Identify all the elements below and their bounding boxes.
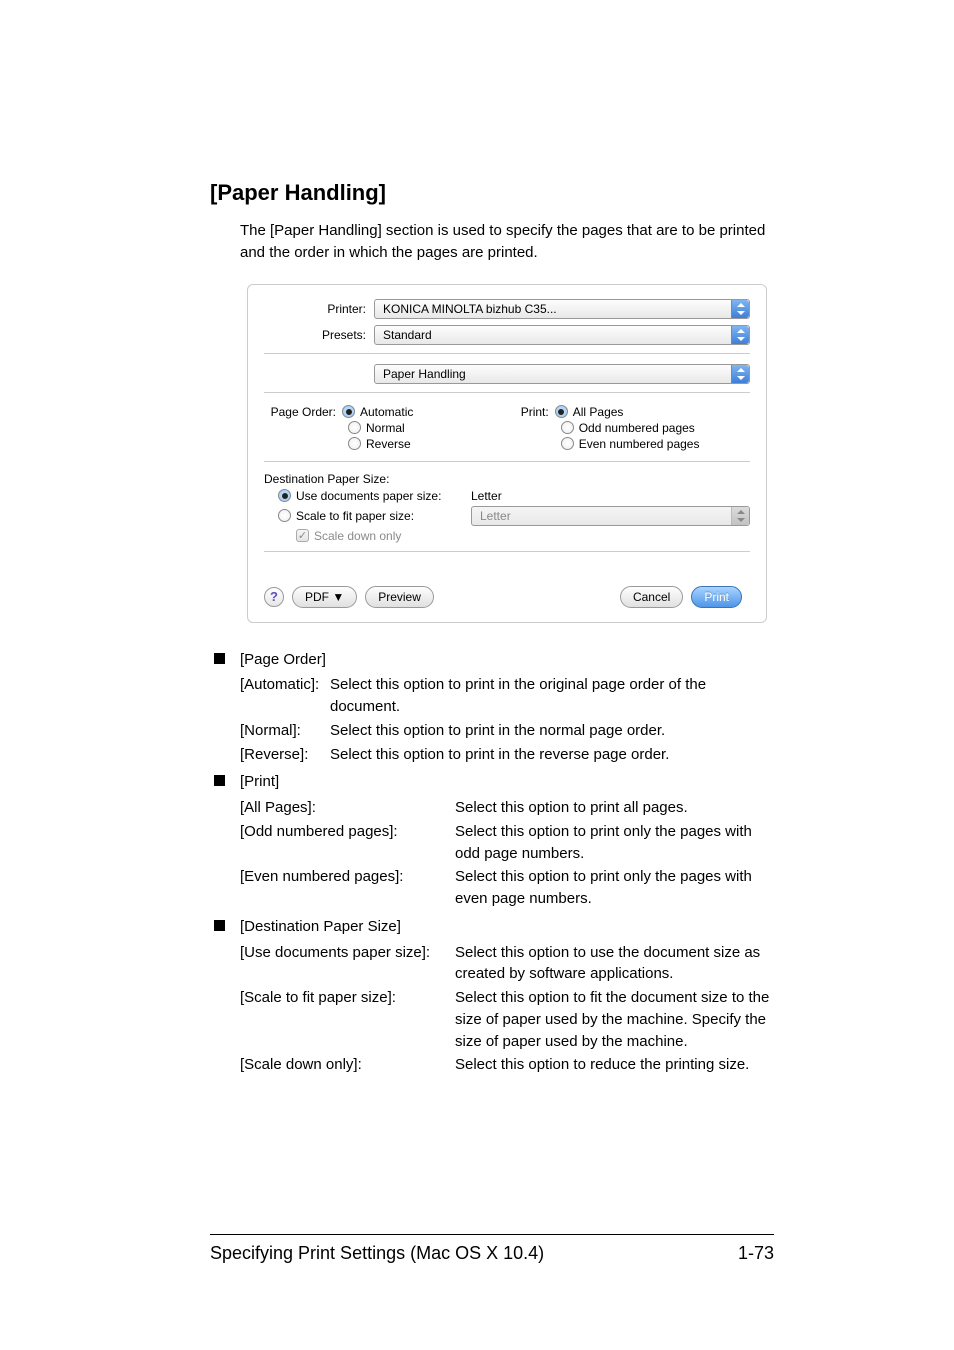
divider bbox=[264, 551, 750, 552]
radio-label-normal: Normal bbox=[366, 421, 405, 435]
group-title-dest: [Destination Paper Size] bbox=[240, 916, 401, 938]
print-dialog: Printer: KONICA MINOLTA bizhub C35... Pr… bbox=[247, 284, 767, 623]
chevron-updown-icon bbox=[731, 326, 749, 344]
printer-value: KONICA MINOLTA bizhub C35... bbox=[383, 302, 557, 316]
use-doc-paper-size-label: Use documents paper size: bbox=[296, 489, 471, 503]
pdf-menu-button[interactable]: PDF ▼ bbox=[292, 586, 357, 608]
radio-print-even[interactable] bbox=[561, 437, 574, 450]
term-normal: [Normal]: bbox=[240, 720, 330, 742]
bullet-icon bbox=[214, 653, 225, 664]
chevron-updown-icon bbox=[731, 365, 749, 383]
radio-page-order-normal[interactable] bbox=[348, 421, 361, 434]
desc-odd-pages: Select this option to print only the pag… bbox=[455, 821, 774, 865]
group-title-page-order: [Page Order] bbox=[240, 649, 326, 671]
radio-label-odd-pages: Odd numbered pages bbox=[579, 421, 695, 435]
footer-left: Specifying Print Settings (Mac OS X 10.4… bbox=[210, 1243, 544, 1264]
term-automatic: [Automatic]: bbox=[240, 674, 330, 718]
radio-page-order-automatic[interactable] bbox=[342, 405, 355, 418]
pane-combo[interactable]: Paper Handling bbox=[374, 364, 750, 384]
divider bbox=[264, 461, 750, 462]
radio-label-reverse: Reverse bbox=[366, 437, 411, 451]
bullet-icon bbox=[214, 775, 225, 786]
term-odd-pages: [Odd numbered pages]: bbox=[240, 821, 455, 865]
use-doc-paper-size-value: Letter bbox=[471, 489, 502, 503]
presets-combo[interactable]: Standard bbox=[374, 325, 750, 345]
term-scale-to-fit: [Scale to fit paper size]: bbox=[240, 987, 455, 1052]
divider bbox=[264, 353, 750, 354]
presets-label: Presets: bbox=[264, 328, 374, 342]
intro-paragraph: The [Paper Handling] section is used to … bbox=[240, 220, 774, 264]
pane-value: Paper Handling bbox=[383, 367, 466, 381]
radio-print-odd[interactable] bbox=[561, 421, 574, 434]
bullet-icon bbox=[214, 920, 225, 931]
desc-scale-to-fit: Select this option to fit the document s… bbox=[455, 987, 774, 1052]
chevron-updown-icon bbox=[731, 300, 749, 318]
radio-print-all[interactable] bbox=[555, 405, 568, 418]
page-order-label: Page Order: bbox=[264, 405, 342, 419]
radio-label-even-pages: Even numbered pages bbox=[579, 437, 700, 451]
page-footer: Specifying Print Settings (Mac OS X 10.4… bbox=[210, 1234, 774, 1264]
desc-reverse: Select this option to print in the rever… bbox=[330, 744, 774, 766]
radio-use-doc-paper-size[interactable] bbox=[278, 489, 291, 502]
presets-value: Standard bbox=[383, 328, 432, 342]
printer-label: Printer: bbox=[264, 302, 374, 316]
radio-label-all-pages: All Pages bbox=[573, 405, 624, 419]
term-all-pages: [All Pages]: bbox=[240, 797, 455, 819]
printer-combo[interactable]: KONICA MINOLTA bizhub C35... bbox=[374, 299, 750, 319]
desc-all-pages: Select this option to print all pages. bbox=[455, 797, 774, 819]
checkbox-scale-down-only bbox=[296, 529, 309, 542]
help-button[interactable]: ? bbox=[264, 587, 284, 607]
desc-automatic: Select this option to print in the origi… bbox=[330, 674, 774, 718]
desc-even-pages: Select this option to print only the pag… bbox=[455, 866, 774, 910]
scale-to-fit-combo: Letter bbox=[471, 506, 750, 526]
term-reverse: [Reverse]: bbox=[240, 744, 330, 766]
term-scale-down-only: [Scale down only]: bbox=[240, 1054, 455, 1076]
footer-page-number: 1-73 bbox=[738, 1243, 774, 1264]
divider bbox=[264, 392, 750, 393]
print-label: Print: bbox=[517, 405, 555, 419]
radio-page-order-reverse[interactable] bbox=[348, 437, 361, 450]
group-title-print: [Print] bbox=[240, 771, 279, 793]
dest-paper-size-label: Destination Paper Size: bbox=[264, 472, 750, 486]
desc-normal: Select this option to print in the norma… bbox=[330, 720, 774, 742]
preview-button[interactable]: Preview bbox=[365, 586, 434, 608]
term-use-doc-size: [Use documents paper size]: bbox=[240, 942, 455, 986]
cancel-button[interactable]: Cancel bbox=[620, 586, 683, 608]
chevron-updown-icon bbox=[731, 507, 749, 525]
term-even-pages: [Even numbered pages]: bbox=[240, 866, 455, 910]
scale-down-only-label: Scale down only bbox=[314, 529, 401, 543]
print-button[interactable]: Print bbox=[691, 586, 742, 608]
section-heading: [Paper Handling] bbox=[210, 180, 774, 206]
desc-use-doc-size: Select this option to use the document s… bbox=[455, 942, 774, 986]
scale-to-fit-value: Letter bbox=[480, 509, 511, 523]
radio-scale-to-fit[interactable] bbox=[278, 509, 291, 522]
radio-label-automatic: Automatic bbox=[360, 405, 413, 419]
desc-scale-down-only: Select this option to reduce the printin… bbox=[455, 1054, 774, 1076]
scale-to-fit-label: Scale to fit paper size: bbox=[296, 509, 471, 523]
